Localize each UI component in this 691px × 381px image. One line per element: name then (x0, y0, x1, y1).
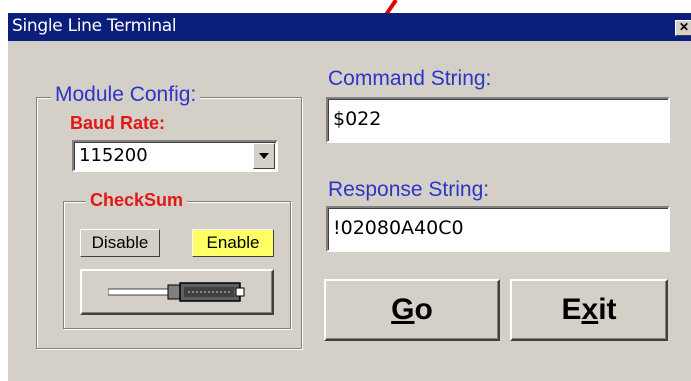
exit-button-label: Exit (561, 293, 617, 326)
module-config-label: Module Config: (51, 83, 201, 107)
baud-rate-label: Baud Rate: (70, 113, 166, 133)
baud-rate-dropdown[interactable]: 115200 (72, 140, 278, 172)
title-bar[interactable]: Single Line Terminal ✕ (8, 13, 691, 41)
dropdown-arrow-button[interactable] (253, 143, 275, 169)
checksum-disable-button[interactable]: Disable (80, 229, 160, 257)
go-button-label: Go (391, 293, 433, 326)
command-string-value: $022 (333, 108, 382, 130)
command-string-label: Command String: (328, 67, 492, 90)
response-string-label: Response String: (328, 178, 490, 201)
close-icon: ✕ (678, 20, 690, 34)
checksum-enable-button[interactable]: Enable (192, 229, 274, 257)
exit-button[interactable]: Exit (510, 279, 668, 341)
close-button[interactable]: ✕ (675, 20, 691, 36)
chevron-down-icon (259, 153, 269, 159)
go-button[interactable]: Go (324, 279, 500, 341)
command-string-input[interactable]: $022 (326, 97, 670, 143)
serial-connector-icon (108, 282, 245, 302)
single-line-terminal-window: Single Line Terminal ✕ Module Config: Ba… (8, 13, 691, 381)
baud-rate-value: 115200 (79, 145, 148, 166)
serial-port-button[interactable] (80, 269, 274, 315)
checksum-label: CheckSum (86, 190, 188, 211)
window-title: Single Line Terminal (12, 16, 177, 36)
response-string-value: !02080A40C0 (333, 217, 464, 239)
response-string-input[interactable]: !02080A40C0 (326, 206, 670, 252)
